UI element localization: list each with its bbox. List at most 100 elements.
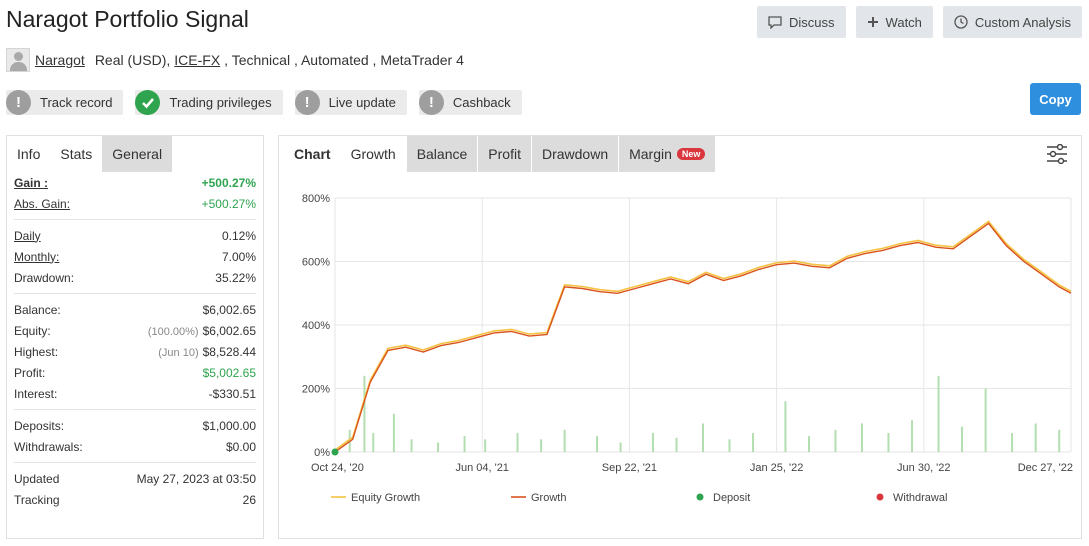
growth-line	[334, 222, 1072, 453]
y-tick-label: 200%	[302, 384, 330, 396]
tab-growth[interactable]: Growth	[341, 136, 406, 172]
deposit-bar	[619, 442, 622, 452]
tab-margin[interactable]: Margin New	[619, 136, 716, 172]
x-tick-label: Jun 30, '22	[897, 462, 950, 474]
copy-button[interactable]: Copy	[1030, 83, 1081, 115]
trading-privileges-badge[interactable]: Trading privileges	[135, 90, 283, 115]
tab-info[interactable]: Info	[7, 136, 50, 172]
deposit-bar	[834, 429, 837, 452]
track-record-badge[interactable]: ! Track record	[6, 90, 124, 115]
monthly-label[interactable]: Monthly:	[14, 250, 59, 264]
deposit-bar	[887, 432, 890, 452]
deposit-bar	[372, 432, 375, 452]
interest-label: Interest:	[14, 386, 58, 401]
deposit-bar	[702, 423, 704, 452]
tracking-value: 26	[242, 492, 256, 507]
page-title: Naragot Portfolio Signal	[6, 6, 249, 32]
equity-growth-line	[334, 220, 1072, 451]
tab-chart[interactable]: Chart	[284, 136, 341, 172]
tab-stats[interactable]: Stats	[50, 136, 102, 172]
margin-label: Margin	[629, 146, 672, 162]
live-update-badge[interactable]: ! Live update	[294, 90, 407, 115]
withdrawals-value: $0.00	[225, 439, 256, 454]
divider	[14, 409, 256, 410]
legend-label: Deposit	[713, 492, 750, 504]
withdrawals-label: Withdrawals:	[14, 439, 83, 454]
equity-value-group: (100.00%) $6,002.65	[148, 324, 256, 338]
highest-value: $8,528.44	[202, 344, 256, 359]
highest-date: (Jun 10)	[158, 346, 199, 359]
discuss-button[interactable]: Discuss	[757, 6, 846, 38]
gain-label[interactable]: Gain :	[14, 176, 48, 190]
deposit-bar	[937, 375, 940, 452]
deposit-bar	[784, 401, 787, 452]
deposit-bar	[1058, 429, 1061, 452]
deposit-bar	[410, 439, 413, 452]
discuss-label: Discuss	[789, 14, 835, 30]
account-type: Real (USD),	[94, 52, 171, 68]
tab-drawdown[interactable]: Drawdown	[531, 136, 619, 172]
x-tick-label: Jun 04, '21	[455, 462, 508, 474]
live-update-label: Live update	[328, 95, 396, 110]
tracking-label: Tracking	[14, 492, 60, 507]
equity-label: Equity:	[14, 323, 51, 338]
deposit-bar	[860, 423, 863, 452]
profit-value: $5,002.65	[202, 365, 256, 380]
drawdown-value: 35.22%	[215, 270, 256, 285]
signal-info-line: Naragot Real (USD), ICE-FX , Technical ,…	[6, 48, 464, 72]
check-icon	[135, 90, 161, 115]
updated-value: May 27, 2023 at 03:50	[136, 471, 256, 486]
stats-panel: Info Stats General Gain : +500.27% Abs. …	[6, 135, 264, 539]
legend-swatch	[876, 493, 884, 501]
balance-label: Balance:	[14, 302, 61, 317]
legend-swatch	[696, 493, 704, 501]
abs-gain-label[interactable]: Abs. Gain:	[14, 197, 70, 211]
deposit-marker	[331, 448, 339, 456]
legend-label: Growth	[531, 492, 566, 504]
stat-drawdown: Drawdown: 35.22%	[14, 267, 256, 288]
stat-daily: Daily 0.12%	[14, 225, 256, 246]
abs-gain-value: +500.27%	[201, 196, 256, 211]
stat-interest: Interest: -$330.51	[14, 383, 256, 404]
author-link[interactable]: Naragot	[35, 52, 85, 68]
deposit-bar	[728, 439, 731, 452]
deposits-value: $1,000.00	[202, 418, 256, 433]
balance-value: $6,002.65	[202, 302, 256, 317]
highest-value-group: (Jun 10) $8,528.44	[158, 345, 256, 359]
x-tick-label: Oct 24, '20	[311, 462, 364, 474]
gain-value: +500.27%	[201, 175, 256, 190]
broker-link[interactable]: ICE-FX	[174, 52, 220, 68]
custom-analysis-button[interactable]: Custom Analysis	[942, 6, 1082, 38]
deposits-label: Deposits:	[14, 418, 65, 433]
x-tick-label: Jan 25, '22	[750, 462, 803, 474]
y-tick-label: 400%	[302, 320, 330, 332]
tab-balance[interactable]: Balance	[406, 136, 478, 172]
legend-label: Equity Growth	[351, 492, 420, 504]
x-tick-label: Dec 27, '22	[1018, 462, 1073, 474]
new-badge: New	[676, 148, 706, 160]
y-tick-label: 600%	[302, 257, 330, 269]
deposit-bar	[563, 429, 566, 452]
watch-button[interactable]: Watch	[855, 6, 933, 38]
stat-withdrawals: Withdrawals: $0.00	[14, 436, 256, 457]
cashback-badge[interactable]: ! Cashback	[418, 90, 522, 115]
deposit-bar	[437, 442, 440, 452]
monthly-value: 7.00%	[221, 249, 256, 264]
stat-gain: Gain : +500.27%	[14, 172, 256, 193]
daily-value: 0.12%	[221, 228, 256, 243]
tab-general[interactable]: General	[102, 136, 173, 172]
deposit-bar	[752, 432, 755, 452]
settings-sliders-icon[interactable]	[1046, 144, 1068, 164]
exclamation-icon: !	[294, 90, 320, 115]
updated-label: Updated	[14, 471, 60, 486]
signal-tags: , Technical , Automated , MetaTrader 4	[224, 52, 464, 68]
deposit-bar	[516, 432, 519, 452]
tab-profit[interactable]: Profit	[478, 136, 531, 172]
deposit-bar	[1034, 423, 1037, 452]
daily-label[interactable]: Daily	[14, 229, 41, 243]
drawdown-label: Drawdown:	[14, 270, 75, 285]
divider	[14, 462, 256, 463]
deposit-bar	[911, 420, 914, 452]
stat-profit: Profit: $5,002.65	[14, 362, 256, 383]
stats-list: Gain : +500.27% Abs. Gain: +500.27% Dail…	[7, 172, 263, 510]
